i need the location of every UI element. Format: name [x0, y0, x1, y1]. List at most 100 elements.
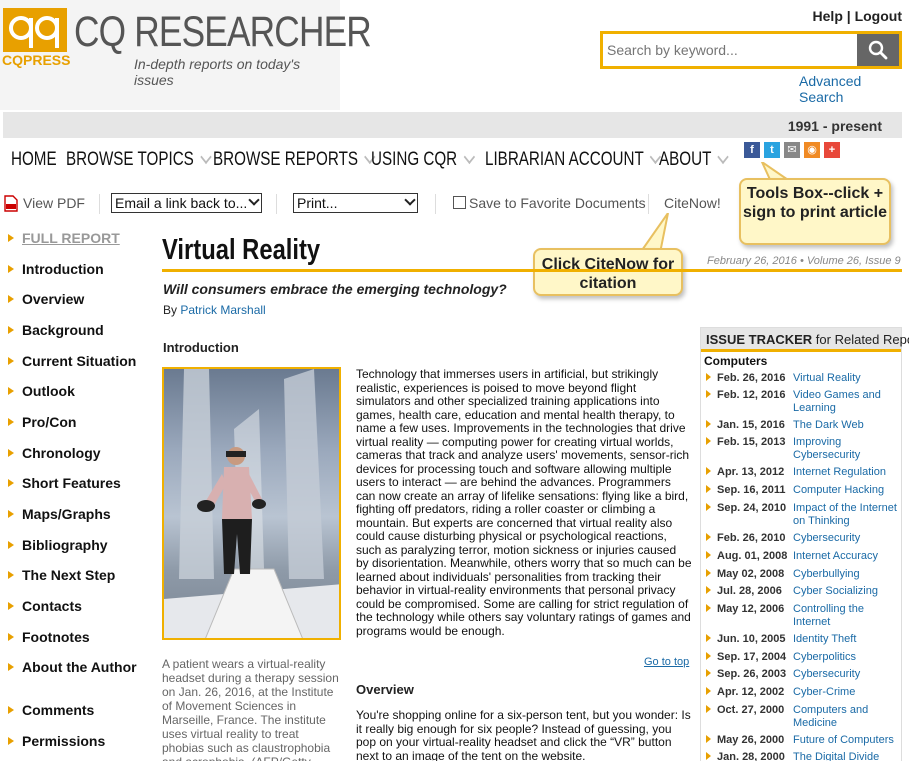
- tracker-row-date: May 02, 2008: [706, 568, 784, 581]
- tracker-row-title-link[interactable]: The Dark Web: [793, 419, 903, 432]
- tracker-row-title-link[interactable]: Identity Theft: [793, 633, 903, 646]
- arrow-right-icon: [8, 541, 14, 549]
- tracker-row-title-link[interactable]: Virtual Reality: [793, 372, 903, 385]
- tracker-row-title-link[interactable]: Improving Cybersecurity: [793, 436, 903, 462]
- tracker-row-title-link[interactable]: Cyberbullying: [793, 568, 903, 581]
- tracker-row-title-link[interactable]: Cybersecurity: [793, 668, 903, 681]
- sidebar-item-about-author[interactable]: About the Author: [8, 659, 137, 675]
- facebook-icon[interactable]: f: [744, 142, 760, 158]
- sidebar-item-permissions[interactable]: Permissions: [8, 733, 105, 749]
- sidebar-item-current-situation[interactable]: Current Situation: [8, 353, 136, 369]
- sidebar-item-comments[interactable]: Comments: [8, 702, 94, 718]
- citenow-link[interactable]: CiteNow!: [664, 195, 721, 211]
- sidebar-item-label: About the Author: [22, 659, 137, 675]
- arrow-right-icon: [706, 467, 711, 475]
- print-select[interactable]: Print...: [293, 193, 418, 213]
- toolbar-divider: [99, 194, 100, 214]
- help-link[interactable]: Help: [813, 8, 843, 24]
- sidebar-item-label: Pro/Con: [22, 414, 77, 430]
- tracker-row-title-link[interactable]: Cyberpolitics: [793, 651, 903, 664]
- sidebar-item-short-features[interactable]: Short Features: [8, 475, 121, 491]
- nav-using-cqr[interactable]: USING CQR: [371, 149, 475, 171]
- logo-tagline: In-depth reports on today's issues: [134, 56, 301, 88]
- sidebar-item-label: Background: [22, 322, 104, 338]
- chevron-down-icon: [717, 149, 730, 165]
- view-pdf-link[interactable]: View PDF: [23, 195, 85, 211]
- article-title: Virtual Reality: [162, 234, 321, 266]
- tracker-row-date-text: Apr. 12, 2002: [717, 686, 785, 698]
- tracker-row-title-link[interactable]: Internet Regulation: [793, 466, 903, 479]
- arrow-right-icon: [706, 604, 711, 612]
- issue-tracker: ISSUE TRACKER for Related Reports Comput…: [700, 327, 909, 761]
- sidebar-item-full-report[interactable]: FULL REPORT: [8, 230, 120, 246]
- rss-icon[interactable]: ◉: [804, 142, 820, 158]
- sidebar-item-bibliography[interactable]: Bibliography: [8, 537, 108, 553]
- nav-about-label: ABOUT: [659, 149, 712, 170]
- introduction-text: Technology that immerses users in artifi…: [356, 367, 692, 638]
- tracker-row-title-link[interactable]: Computers and Medicine: [793, 704, 903, 730]
- tracker-row-date-text: Jun. 10, 2005: [717, 633, 786, 645]
- sidebar-item-footnotes[interactable]: Footnotes: [8, 629, 90, 645]
- toolbar-divider: [276, 194, 277, 214]
- nav-browse-reports[interactable]: BROWSE REPORTS: [213, 149, 376, 171]
- nav-librarian-account[interactable]: LIBRARIAN ACCOUNT: [485, 149, 662, 171]
- author-link[interactable]: Patrick Marshall: [180, 303, 265, 317]
- email-link-select[interactable]: Email a link back to...: [111, 193, 262, 213]
- logo-area[interactable]: CQPRESS CQ RESEARCHER In-depth reports o…: [0, 0, 372, 110]
- arrow-right-icon: [706, 373, 711, 381]
- cq-press-logo-icon: [3, 8, 67, 52]
- sidebar-item-chronology[interactable]: Chronology: [8, 445, 101, 461]
- tracker-row-title-link[interactable]: The Digital Divide: [793, 751, 903, 761]
- issue-tracker-subtitle: for Related Reports: [815, 332, 909, 347]
- sidebar-item-overview[interactable]: Overview: [8, 291, 84, 307]
- go-to-top-link[interactable]: Go to top: [644, 656, 689, 668]
- sidebar-item-background[interactable]: Background: [8, 322, 104, 338]
- tracker-row-date-text: Sep. 26, 2003: [717, 668, 787, 680]
- tracker-row-title-link[interactable]: Future of Computers: [793, 734, 903, 747]
- tracker-row-title-link[interactable]: Cyber-Crime: [793, 686, 903, 699]
- sidebar-item-next-step[interactable]: The Next Step: [8, 567, 115, 583]
- arrow-right-icon: [706, 569, 711, 577]
- tracker-row-date-text: Apr. 13, 2012: [717, 466, 785, 478]
- arrow-right-icon: [8, 387, 14, 395]
- nav-browse-topics[interactable]: BROWSE TOPICS: [66, 149, 212, 171]
- photo-caption: A patient wears a virtual-reality headse…: [162, 657, 339, 761]
- article-subtitle: Will consumers embrace the emerging tech…: [163, 281, 507, 297]
- advanced-search-link[interactable]: Advanced Search: [799, 73, 909, 105]
- tracker-row-title-link[interactable]: Computer Hacking: [793, 484, 903, 497]
- search-icon: [868, 40, 888, 60]
- sidebar-item-pro-con[interactable]: Pro/Con: [8, 414, 76, 430]
- tracker-row-title-link[interactable]: Video Games and Learning: [793, 389, 903, 415]
- sidebar-item-introduction[interactable]: Introduction: [8, 261, 104, 277]
- arrow-right-icon: [8, 479, 14, 487]
- arrow-right-icon: [8, 633, 14, 641]
- twitter-icon[interactable]: t: [764, 142, 780, 158]
- toolbar-divider: [648, 194, 649, 214]
- sidebar-item-maps-graphs[interactable]: Maps/Graphs: [8, 506, 111, 522]
- search-button[interactable]: [857, 34, 899, 66]
- arrow-right-icon: [706, 705, 711, 713]
- arrow-right-icon: [8, 418, 14, 426]
- sidebar-item-contacts[interactable]: Contacts: [8, 598, 82, 614]
- plus-share-icon[interactable]: +: [824, 142, 840, 158]
- save-favorite-checkbox[interactable]: [453, 196, 466, 209]
- arrow-right-icon: [706, 533, 711, 541]
- arrow-right-icon: [706, 586, 711, 594]
- tracker-row-title-link[interactable]: Impact of the Internet on Thinking: [793, 502, 903, 528]
- tracker-row-title-link[interactable]: Internet Accuracy: [793, 550, 903, 563]
- nav-home[interactable]: HOME: [11, 149, 57, 171]
- tracker-row-date: Jan. 15, 2016: [706, 419, 785, 432]
- nav-about[interactable]: ABOUT: [659, 149, 730, 171]
- arrow-right-icon: [8, 663, 14, 671]
- tracker-row-title-link[interactable]: Controlling the Internet: [793, 603, 903, 629]
- nav-using-cqr-label: USING CQR: [371, 149, 458, 170]
- tracker-row-date-text: Sep. 16, 2011: [717, 484, 786, 496]
- search-input[interactable]: [607, 38, 857, 62]
- logout-link[interactable]: Logout: [855, 8, 902, 24]
- tracker-row-date-text: Feb. 15, 2013: [717, 436, 786, 448]
- tracker-row-title-link[interactable]: Cybersecurity: [793, 532, 903, 545]
- tracker-row-title-link[interactable]: Cyber Socializing: [793, 585, 903, 598]
- email-icon[interactable]: ✉: [784, 142, 800, 158]
- sidebar-item-outlook[interactable]: Outlook: [8, 383, 75, 399]
- logo-press-text: CQPRESS: [2, 52, 71, 68]
